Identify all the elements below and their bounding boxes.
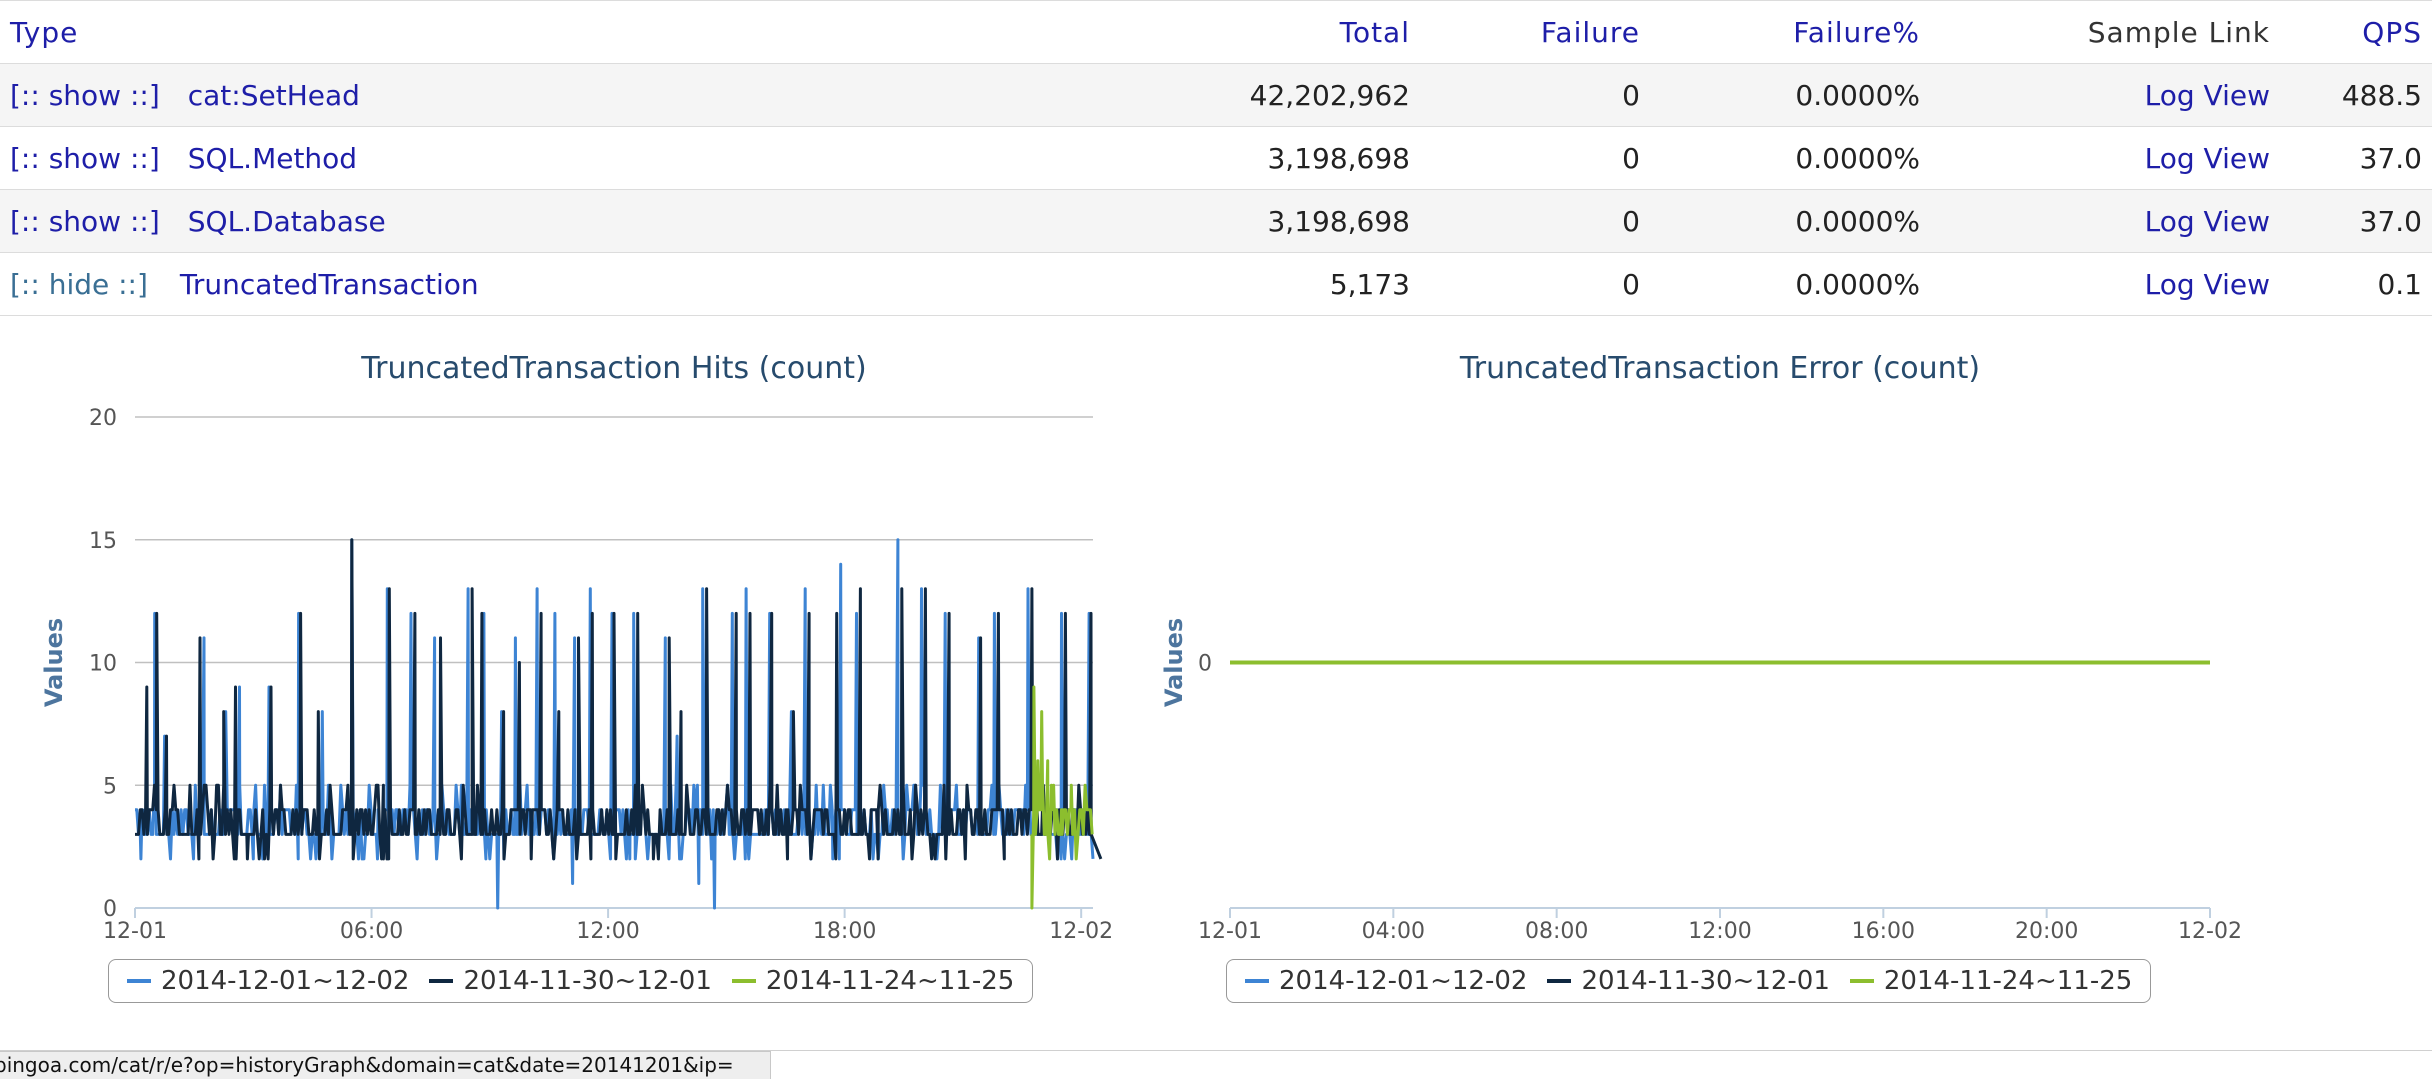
sample-link-cell: Log View [1930,64,2280,127]
type-cell: [:: show ::] cat:SetHead [0,64,920,127]
x-tick-label: 04:00 [1362,919,1425,944]
browser-status-bar: pingoa.com/cat/r/e?op=historyGraph&domai… [0,1051,771,1079]
status-url: pingoa.com/cat/r/e?op=historyGraph&domai… [0,1053,734,1077]
table-row: [:: hide ::] TruncatedTransaction 5,173 0… [0,252,2432,316]
legend-swatch [1849,979,1874,983]
log-view-link[interactable]: Log View [2145,142,2270,175]
failure-percent-cell: 0.0000% [1795,204,1920,238]
sample-link-cell: Log View [1930,253,2280,316]
hits-chart-svg: TruncatedTransaction Hits (count) Values 0… [40,351,1113,944]
total-cell: 42,202,962 [1249,78,1410,112]
legend-item[interactable]: 2014-12-01~12-02 [127,966,409,996]
qps-cell: 488.5 [2341,78,2422,112]
table-row: [:: show ::] SQL.Method 3,198,698 0 0.000… [0,126,2432,190]
column-header-sample-link: Sample Link [2087,15,2270,49]
show-graph-toggle[interactable]: [:: show ::] [10,205,160,238]
legend-label: 2014-11-24~11-25 [1883,966,2133,996]
column-header-failure[interactable]: Failure [1420,1,1650,64]
sample-link-cell: Log View [1930,190,2280,253]
y-tick-label: 20 [89,406,117,431]
failure-cell: 0 [1622,141,1640,175]
x-tick-label: 12:00 [576,919,639,944]
error-chart-legend: 2014-12-01~12-02 2014-11-30~12-01 2014-1… [1226,959,2152,1003]
failure-cell: 0 [1622,204,1640,238]
x-tick-label: 06:00 [340,919,403,944]
x-tick-label: 12:00 [1688,919,1751,944]
legend-swatch [731,979,756,983]
column-header-failure-percent[interactable]: Failure% [1650,1,1930,64]
legend-item[interactable]: 2014-12-01~12-02 [1245,966,1527,996]
failure-percent-cell: 0.0000% [1795,267,1920,301]
failure-cell: 0 [1622,267,1640,301]
type-name-link[interactable]: cat:SetHead [188,79,360,112]
sample-link-cell: Log View [1930,127,2280,190]
log-view-link[interactable]: Log View [2145,205,2270,238]
transaction-report-table: Type Total Failure Failure% Sample Link … [0,0,2432,316]
legend-label: 2014-11-24~11-25 [765,966,1015,996]
x-tick-label: 12-01 [1198,919,1262,944]
type-name-link[interactable]: SQL.Method [188,142,357,175]
total-cell: 5,173 [1329,267,1410,301]
legend-label: 2014-12-01~12-02 [1279,966,1528,996]
legend-label: 2014-11-30~12-01 [463,966,712,996]
table-row: [:: show ::] SQL.Database 3,198,698 0 0.0… [0,189,2432,253]
legend-item[interactable]: 2014-11-30~12-01 [429,966,712,996]
error-chart-svg: TruncatedTransaction Error (count) Values… [1160,351,2242,944]
qps-cell: 0.1 [2377,267,2422,301]
show-graph-toggle[interactable]: [:: show ::] [10,79,160,112]
x-tick-label: 12-02 [2178,919,2240,944]
legend-swatch [1547,979,1572,983]
y-axis-label: Values [40,618,68,707]
y-tick-label: 0 [1198,652,1212,677]
column-header-total[interactable]: Total [920,1,1420,64]
y-tick-label: 10 [89,652,117,677]
legend-item[interactable]: 2014-11-24~11-25 [1849,966,2133,996]
type-name-link[interactable]: TruncatedTransaction [180,268,479,301]
failure-cell: 0 [1622,78,1640,112]
x-tick-label: 12-02 [1049,919,1113,944]
type-cell: [:: show ::] SQL.Database [0,190,920,253]
x-tick-label: 20:00 [2015,919,2078,944]
total-cell: 3,198,698 [1267,204,1410,238]
legend-swatch [1245,979,1269,983]
x-tick-label: 16:00 [1852,919,1915,944]
chart-title: TruncatedTransaction Error (count) [1459,351,1980,386]
hits-chart: TruncatedTransaction Hits (count) Values 0… [0,330,1120,1050]
column-header-type[interactable]: Type [0,1,920,64]
legend-item[interactable]: 2014-11-24~11-25 [731,966,1015,996]
qps-cell: 37.0 [2359,204,2422,238]
error-chart: TruncatedTransaction Error (count) Values… [1120,330,2242,1050]
table-header-row: Type Total Failure Failure% Sample Link … [0,0,2432,64]
legend-swatch [127,979,151,983]
legend-swatch [429,979,454,983]
total-cell: 3,198,698 [1267,141,1410,175]
failure-percent-cell: 0.0000% [1795,78,1920,112]
x-tick-label: 18:00 [813,919,876,944]
x-tick-label: 12-01 [103,919,167,944]
y-tick-label: 5 [103,774,117,799]
log-view-link[interactable]: Log View [2145,268,2270,301]
qps-cell: 37.0 [2359,141,2422,175]
hide-graph-toggle[interactable]: [:: hide ::] [10,268,148,301]
chart-title: TruncatedTransaction Hits (count) [360,351,866,386]
y-axis-label: Values [1160,618,1188,707]
log-view-link[interactable]: Log View [2145,79,2270,112]
failure-percent-cell: 0.0000% [1795,141,1920,175]
type-name-link[interactable]: SQL.Database [188,205,386,238]
legend-label: 2014-12-01~12-02 [161,966,410,996]
legend-label: 2014-11-30~12-01 [1581,966,1830,996]
type-cell: [:: show ::] SQL.Method [0,127,920,190]
hits-chart-legend: 2014-12-01~12-02 2014-11-30~12-01 2014-1… [108,959,1034,1003]
table-row: [:: show ::] cat:SetHead 42,202,962 0 0.0… [0,63,2432,127]
legend-item[interactable]: 2014-11-30~12-01 [1547,966,1830,996]
x-tick-label: 08:00 [1525,919,1588,944]
y-tick-label: 15 [89,529,117,554]
type-cell: [:: hide ::] TruncatedTransaction [0,253,920,316]
show-graph-toggle[interactable]: [:: show ::] [10,142,160,175]
column-header-qps[interactable]: QPS [2280,1,2432,64]
